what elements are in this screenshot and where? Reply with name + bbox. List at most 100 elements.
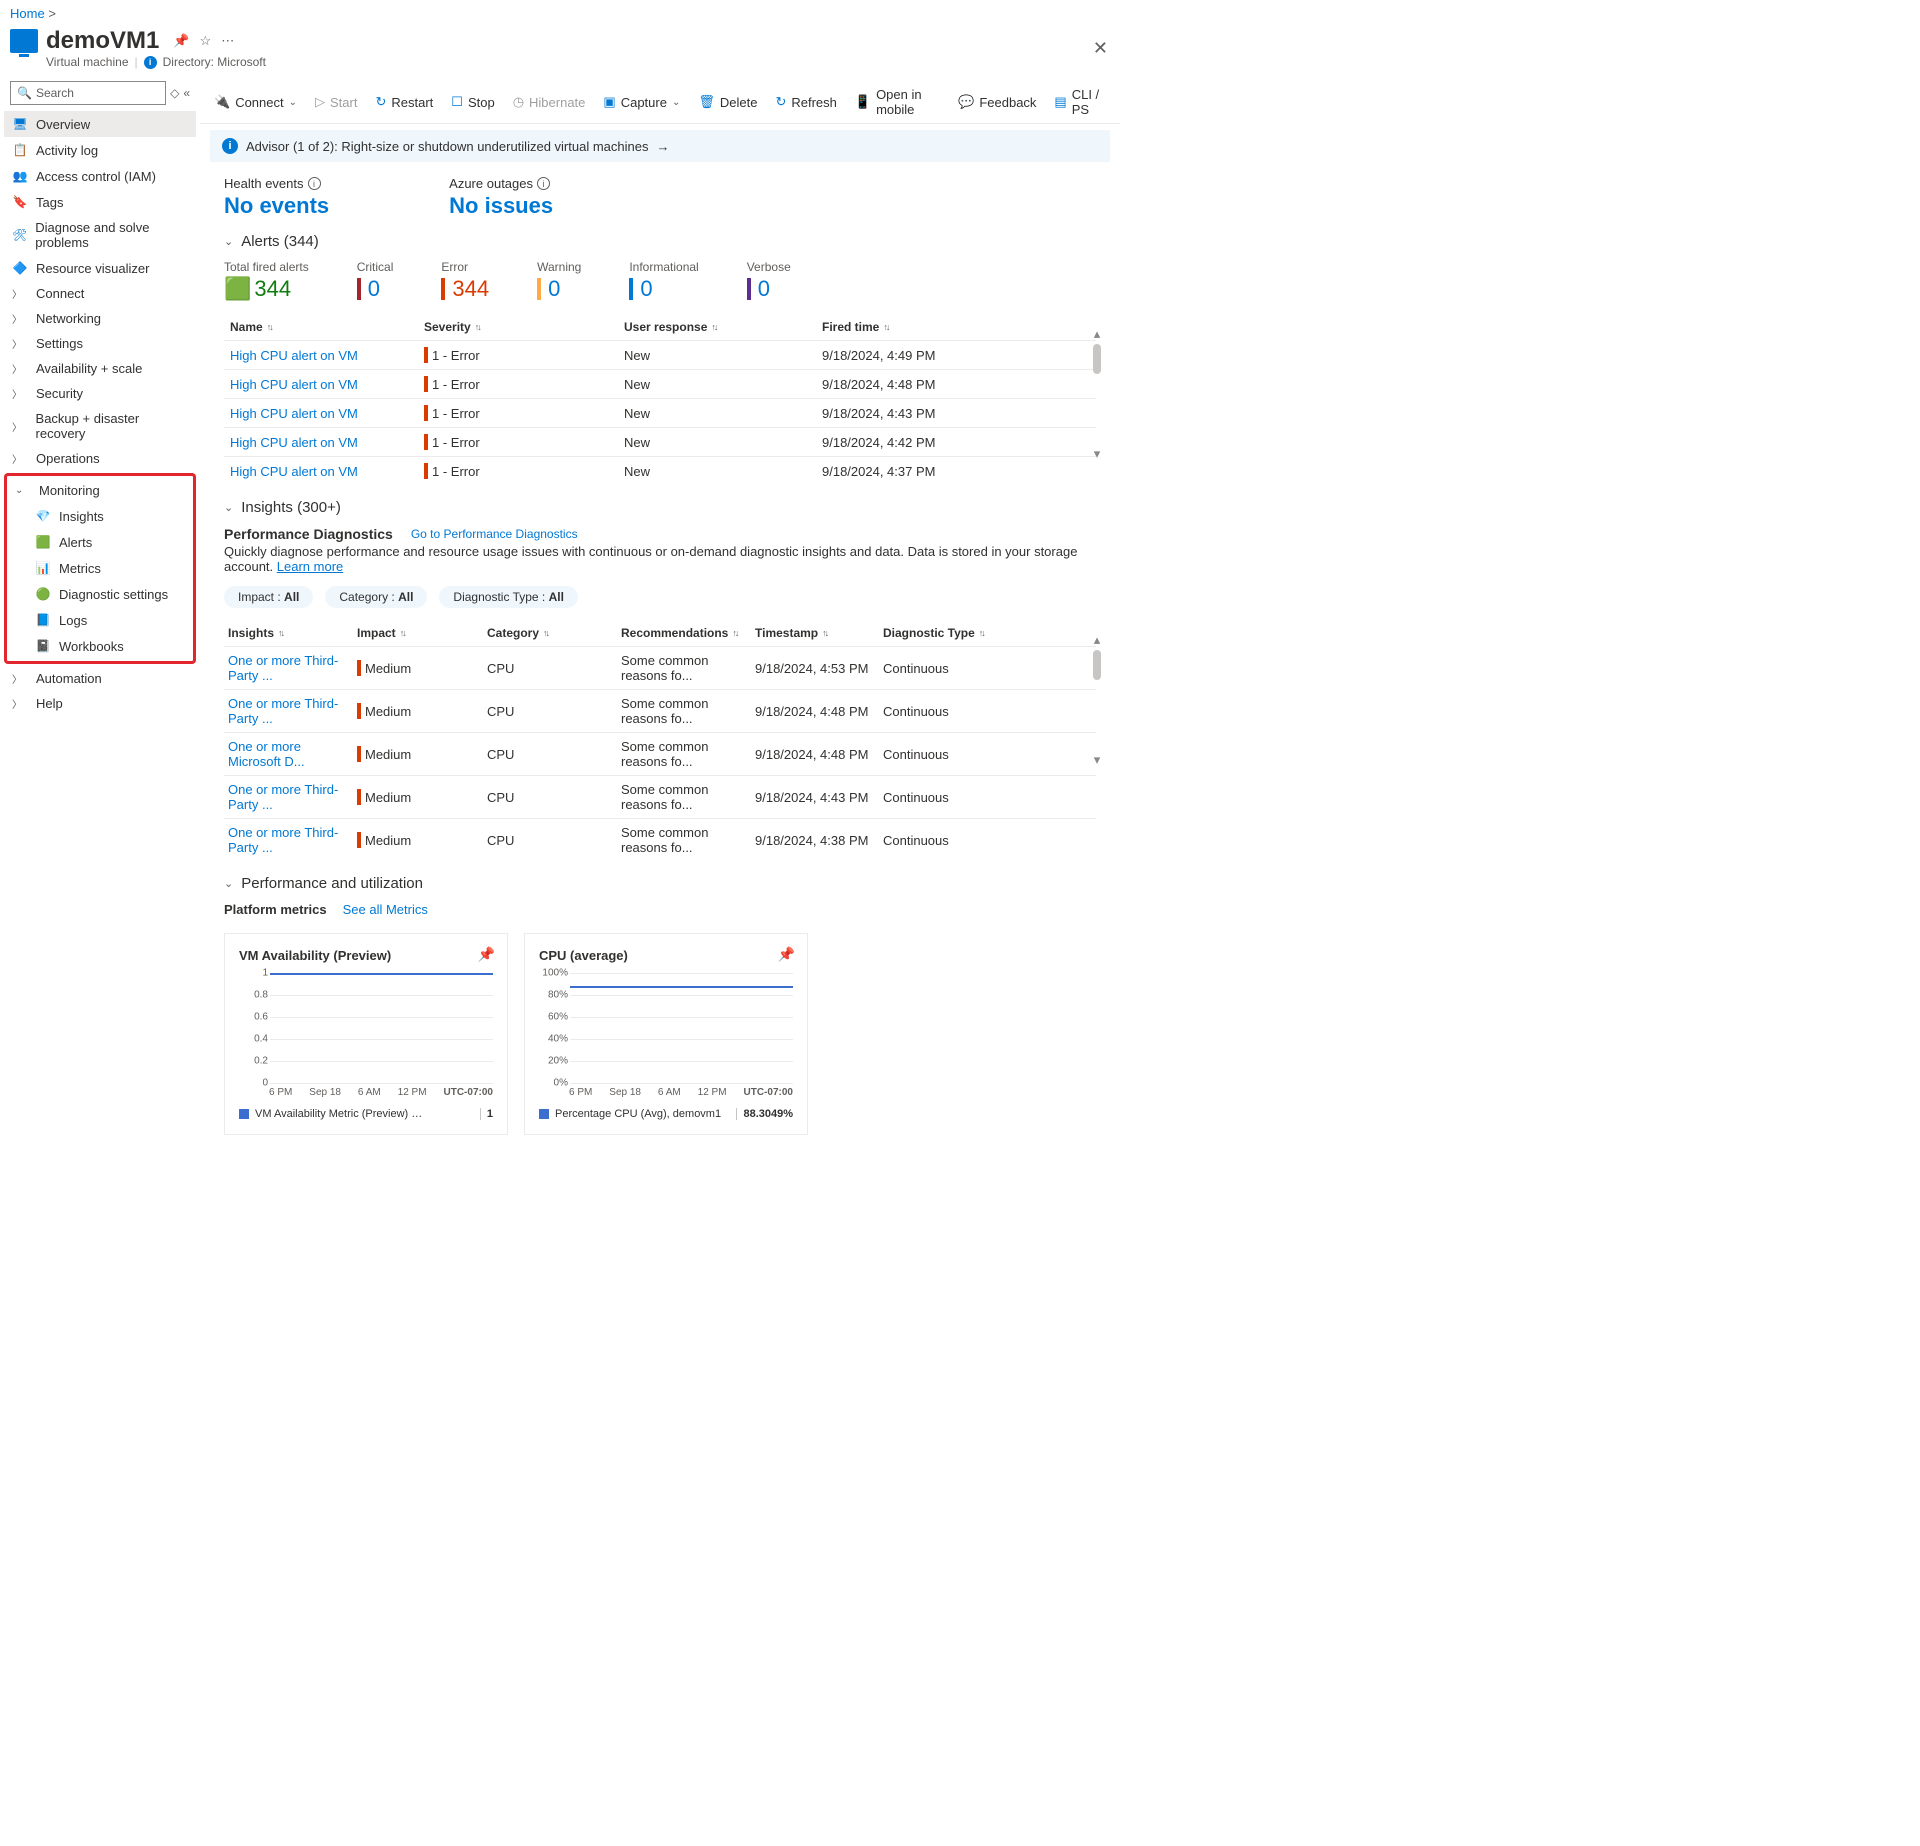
delete-button[interactable]: 🗑Delete <box>698 94 757 110</box>
insight-link[interactable]: One or more Microsoft D... <box>224 739 357 769</box>
insight-link[interactable]: One or more Third-Party ... <box>224 653 357 683</box>
content-area: 🔌Connect⌄ ▷Start ↻Restart ☐Stop ◷Hiberna… <box>200 81 1120 1163</box>
alert-link[interactable]: High CPU alert on VM <box>224 435 424 450</box>
alert-link[interactable]: High CPU alert on VM <box>224 406 424 421</box>
table-row: High CPU alert on VM 1 - Error New 9/18/… <box>224 427 1096 456</box>
sidebar-item-monitoring[interactable]: ⌄Monitoring <box>7 478 193 503</box>
alert-link[interactable]: High CPU alert on VM <box>224 464 424 479</box>
sidebar-item-operations[interactable]: 〉Operations <box>4 446 196 471</box>
sidebar-item-avail[interactable]: 〉Availability + scale <box>4 356 196 381</box>
feedback-button[interactable]: 💬Feedback <box>958 94 1036 110</box>
table-row: One or more Third-Party ... Medium CPU S… <box>224 646 1096 689</box>
table-row: High CPU alert on VM 1 - Error New 9/18/… <box>224 369 1096 398</box>
open-mobile-button[interactable]: 📱Open in mobile <box>855 87 940 117</box>
alert-link[interactable]: High CPU alert on VM <box>224 348 424 363</box>
sidebar-item-diagnose[interactable]: 🛠Diagnose and solve problems <box>4 215 196 255</box>
search-menu-icon[interactable]: ◇ <box>170 86 179 100</box>
col-name[interactable]: Name↑↓ <box>224 320 424 334</box>
chart-legend: VM Availability Metric (Preview) (Min), … <box>239 1108 493 1120</box>
chart-card: CPU (average) 📌 100%80%60%40%20%0% 6 PMS… <box>524 933 808 1135</box>
collapse-icon[interactable]: « <box>183 86 190 100</box>
vm-icon <box>10 29 38 53</box>
insight-link[interactable]: One or more Third-Party ... <box>224 825 357 855</box>
error-bar <box>441 278 445 300</box>
col-severity[interactable]: Severity↑↓ <box>424 320 624 334</box>
sidebar-item-activity[interactable]: 📋Activity log <box>4 137 196 163</box>
sidebar-item-connect[interactable]: 〉Connect <box>4 281 196 306</box>
severity-text: 1 - Error <box>432 435 480 450</box>
col-insights[interactable]: Insights↑↓ <box>224 626 357 640</box>
pin-icon[interactable]: 📌 <box>778 946 795 963</box>
filter-category[interactable]: Category : All <box>325 586 427 608</box>
pin-icon[interactable]: 📌 <box>478 946 495 963</box>
sidebar-item-diagset[interactable]: 🟢Diagnostic settings <box>7 581 193 607</box>
learn-more-link[interactable]: Learn more <box>277 559 343 574</box>
more-icon[interactable]: ⋯ <box>221 33 234 49</box>
sidebar-item-security[interactable]: 〉Security <box>4 381 196 406</box>
col-impact[interactable]: Impact↑↓ <box>357 626 487 640</box>
info-icon[interactable]: i <box>308 177 321 190</box>
sidebar-item-metrics[interactable]: 📊Metrics <box>7 555 193 581</box>
connect-button[interactable]: 🔌Connect⌄ <box>214 94 297 110</box>
breadcrumb-home[interactable]: Home <box>10 6 45 21</box>
scrollbar[interactable]: ▴▾ <box>1090 326 1104 462</box>
stat-total-value: 344 <box>254 276 291 302</box>
platform-metrics-label: Platform metrics <box>224 902 327 917</box>
stat-warning-value: 0 <box>548 276 560 302</box>
warning-bar <box>537 278 541 300</box>
col-response[interactable]: User response↑↓ <box>624 320 822 334</box>
insights-section-header[interactable]: ⌄Insights (300+) <box>224 499 1096 516</box>
info-icon[interactable]: i <box>537 177 550 190</box>
perfutil-header[interactable]: ⌄Performance and utilization <box>224 875 1096 892</box>
star-icon[interactable]: ☆ <box>200 33 212 49</box>
filter-dtype[interactable]: Diagnostic Type : All <box>439 586 578 608</box>
sidebar-item-networking[interactable]: 〉Networking <box>4 306 196 331</box>
sidebar-item-insights[interactable]: 💎Insights <box>7 503 193 529</box>
alert-link[interactable]: High CPU alert on VM <box>224 377 424 392</box>
refresh-button[interactable]: ↻Refresh <box>775 94 836 110</box>
col-category[interactable]: Category↑↓ <box>487 626 621 640</box>
dt-cell: Continuous <box>883 790 1096 805</box>
sidebar-item-tags[interactable]: 🔖Tags <box>4 189 196 215</box>
sidebar-item-automation[interactable]: 〉Automation <box>4 666 196 691</box>
insight-link[interactable]: One or more Third-Party ... <box>224 782 357 812</box>
sidebar-item-settings[interactable]: 〉Settings <box>4 331 196 356</box>
cli-button[interactable]: ▤CLI / PS <box>1054 87 1106 117</box>
scrollbar[interactable]: ▴▾ <box>1090 632 1104 768</box>
impact-bar <box>357 832 361 848</box>
col-ts[interactable]: Timestamp↑↓ <box>755 626 883 640</box>
directory-label: Directory: Microsoft <box>163 55 266 69</box>
col-fired[interactable]: Fired time↑↓ <box>822 320 1096 334</box>
sidebar-item-help[interactable]: 〉Help <box>4 691 196 716</box>
insight-link[interactable]: One or more Third-Party ... <box>224 696 357 726</box>
sidebar-item-alerts[interactable]: 🟩Alerts <box>7 529 193 555</box>
see-all-metrics-link[interactable]: See all Metrics <box>343 902 428 917</box>
hibernate-button[interactable]: ◷Hibernate <box>513 94 586 110</box>
alerts-section-header[interactable]: ⌄Alerts (344) <box>224 233 1096 250</box>
goto-perf-link[interactable]: Go to Performance Diagnostics <box>411 527 578 541</box>
filter-impact[interactable]: Impact : All <box>224 586 313 608</box>
table-row: One or more Microsoft D... Medium CPU So… <box>224 732 1096 775</box>
search-input[interactable]: 🔍 Search <box>10 81 166 105</box>
pin-icon[interactable]: 📌 <box>173 33 189 49</box>
col-rec[interactable]: Recommendations↑↓ <box>621 626 755 640</box>
severity-bar <box>424 376 428 392</box>
sidebar-item-workbooks[interactable]: 📓Workbooks <box>7 633 193 659</box>
col-dt[interactable]: Diagnostic Type↑↓ <box>883 626 1096 640</box>
health-events-value[interactable]: No events <box>224 193 329 219</box>
chevron-down-icon: ⌄ <box>672 97 680 108</box>
start-button[interactable]: ▷Start <box>315 94 357 110</box>
restart-button[interactable]: ↻Restart <box>375 94 433 110</box>
outages-value[interactable]: No issues <box>449 193 553 219</box>
table-row: One or more Third-Party ... Medium CPU S… <box>224 775 1096 818</box>
sidebar-item-iam[interactable]: 👥Access control (IAM) <box>4 163 196 189</box>
close-icon[interactable]: ✕ <box>1093 38 1108 59</box>
stop-button[interactable]: ☐Stop <box>451 94 494 110</box>
feedback-icon: 💬 <box>958 94 974 110</box>
sidebar-item-resviz[interactable]: 🔷Resource visualizer <box>4 255 196 281</box>
sidebar-item-overview[interactable]: 🖥Overview <box>4 111 196 137</box>
advisor-banner[interactable]: i Advisor (1 of 2): Right-size or shutdo… <box>210 130 1110 162</box>
sidebar-item-backup[interactable]: 〉Backup + disaster recovery <box>4 406 196 446</box>
capture-button[interactable]: ▣Capture⌄ <box>603 94 680 110</box>
sidebar-item-logs[interactable]: 📘Logs <box>7 607 193 633</box>
